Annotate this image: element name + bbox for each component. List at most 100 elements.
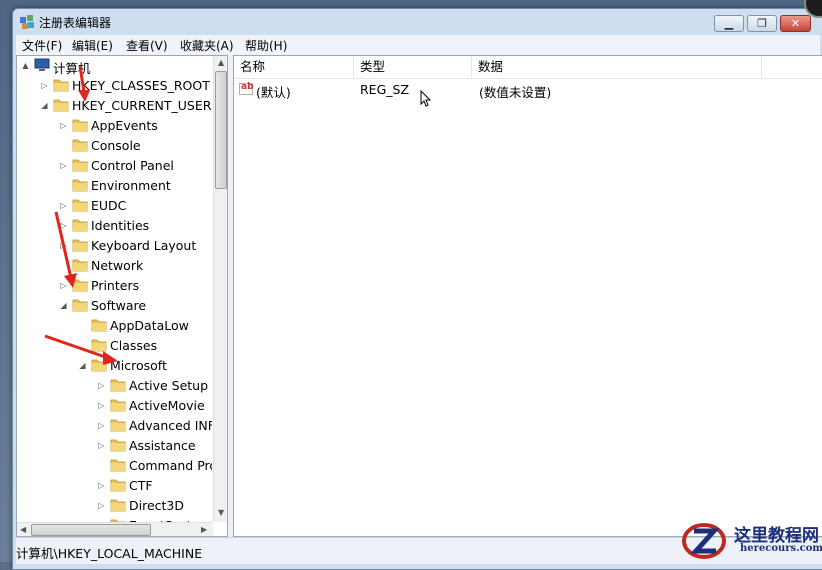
expand-icon[interactable]: ▷ [59,281,68,290]
menu-help[interactable]: 帮助(H) [243,37,289,54]
tree-item[interactable]: Environment [17,176,212,196]
scroll-up-icon[interactable]: ▲ [218,58,224,67]
menu-file[interactable]: 文件(F) [20,37,64,54]
tree-horizontal-scrollbar[interactable]: ◀ ▶ [17,522,213,536]
tree-item-label: Microsoft [110,358,167,373]
column-header-type[interactable]: 类型 [354,56,472,78]
tree-horizontal-scroll-thumb[interactable] [31,524,151,536]
tree-item[interactable]: ◢ HKEY_CURRENT_USER [17,96,212,116]
registry-tree-pane: ▲ 计算机 ▷ HKEY_CLASSES_ROOT ◢ HKEY_CURRENT_USER… [16,55,228,537]
list-header: 名称 类型 数据 [234,56,822,79]
folder-icon [91,318,107,332]
collapse-icon[interactable]: ◢ [40,101,49,110]
regedit-app-icon [20,15,34,29]
title-bar[interactable]: 注册表编辑器 ▁ ❐ ✕ [13,9,822,35]
folder-icon [53,98,69,112]
tree-item-label: HKEY_CLASSES_ROOT [72,78,210,93]
tree-item[interactable]: ▷ Printers [17,276,212,296]
tree-item[interactable]: Network [17,256,212,276]
expand-icon[interactable]: ▷ [97,441,106,450]
scroll-right-icon[interactable]: ▶ [201,525,207,534]
tree-item-label: AppEvents [91,118,158,133]
tree-item[interactable]: ▷ HKEY_CLASSES_ROOT [17,76,212,96]
tree-item[interactable]: ▷ CTF [17,476,212,496]
list-item[interactable]: ab (默认) REG_SZ (数值未设置) [234,80,822,100]
value-data: (数值未设置) [479,85,552,100]
tree-item[interactable]: ▷ Active Setup [17,376,212,396]
folder-icon [53,78,69,92]
collapse-icon[interactable]: ▲ [21,61,30,70]
expand-icon[interactable]: ▷ [59,161,68,170]
folder-icon [72,298,88,312]
expand-icon[interactable]: ▷ [40,81,49,90]
values-list-pane: 名称 类型 数据 ab (默认) REG_SZ (数值未设置) [233,55,822,537]
tree-item[interactable]: ▷ Keyboard Layout [17,236,212,256]
tree-item[interactable]: AppDataLow [17,316,212,336]
value-name: (默认) [256,85,291,100]
close-button[interactable]: ✕ [780,15,811,32]
expand-icon[interactable]: ▷ [59,121,68,130]
menu-favorites[interactable]: 收藏夹(A) [178,37,236,54]
client-area: ▲ 计算机 ▷ HKEY_CLASSES_ROOT ◢ HKEY_CURRENT_USER… [16,55,822,537]
minimize-button[interactable]: ▁ [714,15,744,32]
menu-edit[interactable]: 编辑(E) [70,37,115,54]
expand-icon[interactable]: ▷ [97,421,106,430]
tree-item[interactable]: ▷ Assistance [17,436,212,456]
tree-item-label: Environment [91,178,171,193]
tree-item-label: EUDC [91,198,127,213]
tree-item-label: Identities [91,218,150,233]
mouse-cursor-icon [420,90,432,107]
scroll-left-icon[interactable]: ◀ [20,525,26,534]
collapse-icon[interactable]: ◢ [78,361,87,370]
tree-item[interactable]: ▷ Direct3D [17,496,212,516]
folder-icon [72,218,88,232]
string-value-icon: ab [239,82,254,95]
column-header-data[interactable]: 数据 [472,56,762,78]
tree-item[interactable]: ▷ EUDC [17,196,212,216]
tree-item[interactable]: ▷ Identities [17,216,212,236]
folder-icon [72,238,88,252]
folder-icon [91,338,107,352]
maximize-button[interactable]: ❐ [747,15,777,32]
tree-item-label: Direct3D [129,498,185,513]
tree-item[interactable]: Command Proce [17,456,212,476]
folder-icon [72,118,88,132]
tree-item-label: HKEY_CURRENT_USER [72,98,212,113]
tree-item[interactable]: Console [17,136,212,156]
tree-item[interactable]: ◢ Software [17,296,212,316]
expand-icon[interactable]: ▷ [97,401,106,410]
tree-item[interactable]: ▷ Control Panel [17,156,212,176]
expand-icon[interactable]: ▷ [97,381,106,390]
folder-icon [110,438,126,452]
value-type: REG_SZ [360,82,410,97]
tree-item-label: Printers [91,278,140,293]
expand-icon[interactable]: ▷ [59,241,68,250]
scroll-down-icon[interactable]: ▼ [218,508,224,517]
column-header-name[interactable]: 名称 [234,56,354,78]
tree-item-label: Console [91,138,141,153]
menu-view[interactable]: 查看(V) [124,37,170,54]
tree-item-label: Classes [110,338,158,353]
status-path: 计算机\HKEY_LOCAL_MACHINE [16,546,203,561]
expand-icon[interactable]: ▷ [97,481,106,490]
tree-item-label: Software [91,298,147,313]
tree-item[interactable]: ▲ 计算机 [17,56,212,76]
folder-icon [91,358,107,372]
tree-item[interactable]: Classes [17,336,212,356]
collapse-icon[interactable]: ◢ [59,301,68,310]
expand-icon[interactable]: ▷ [59,221,68,230]
tree-item-label: CTF [129,478,153,493]
expand-icon[interactable]: ▷ [59,201,68,210]
window-title: 注册表编辑器 [39,16,112,30]
regedit-window: 注册表编辑器 ▁ ❐ ✕ 文件(F) 编辑(E) 查看(V) 收藏夹(A) 帮助… [12,8,822,570]
tree-item[interactable]: ◢ Microsoft [17,356,212,376]
tree-item[interactable]: ▷ AppEvents [17,116,212,136]
restore-icon: ❐ [757,17,767,30]
expand-icon[interactable]: ▷ [97,501,106,510]
tree-item[interactable]: ▷ ActiveMovie [17,396,212,416]
tree-vertical-scrollbar[interactable]: ▲ ▼ [213,56,227,522]
computer-icon [34,58,50,72]
tree-item[interactable]: ▷ Advanced INF Se [17,416,212,436]
tree-vertical-scroll-thumb[interactable] [215,71,227,189]
folder-icon [72,158,88,172]
